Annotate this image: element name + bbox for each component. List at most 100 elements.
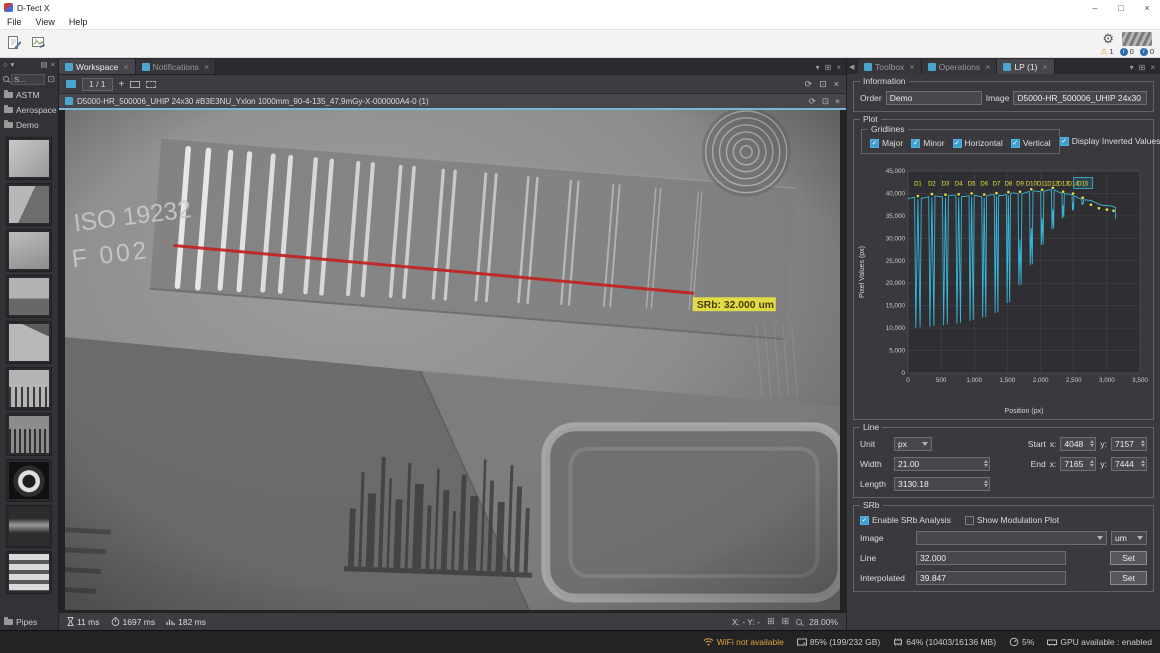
search-input[interactable]: S... bbox=[11, 74, 45, 85]
thumbnail-item[interactable] bbox=[6, 183, 52, 226]
srb-line-input[interactable] bbox=[916, 551, 1066, 565]
srb-unit-select[interactable]: um bbox=[1111, 531, 1147, 545]
thumbnail-item[interactable] bbox=[6, 413, 52, 456]
refresh-view-icon[interactable]: ⟳ bbox=[805, 79, 813, 90]
settings-gear-icon[interactable]: ⚙ bbox=[1102, 31, 1114, 47]
scroll-tabs-icon[interactable]: ◀ bbox=[849, 63, 854, 71]
dock-icon[interactable]: ⊞ bbox=[825, 63, 832, 72]
menu-help[interactable]: Help bbox=[62, 17, 95, 27]
dock-panel-icon[interactable]: ⊞ bbox=[1139, 63, 1146, 72]
tab-workspace[interactable]: Workspace× bbox=[59, 59, 136, 74]
close-icon[interactable]: × bbox=[909, 62, 914, 72]
spinner-icon[interactable] bbox=[1090, 460, 1094, 467]
length-input[interactable] bbox=[894, 477, 990, 491]
list-view-icon[interactable]: ▤ bbox=[41, 60, 48, 69]
thumbnail-item[interactable] bbox=[6, 505, 52, 548]
thumbnail-item[interactable] bbox=[6, 137, 52, 180]
width-input[interactable] bbox=[894, 457, 990, 471]
fit-image-icon[interactable]: ⊡ bbox=[822, 96, 829, 107]
page-indicator[interactable]: 1 / 1 bbox=[82, 78, 113, 91]
cpu-icon bbox=[1009, 637, 1019, 647]
set-line-button[interactable]: Set bbox=[1110, 551, 1147, 565]
checkbox-icon bbox=[965, 516, 974, 525]
restore-button[interactable]: □ bbox=[1108, 0, 1134, 15]
gridlines-group: Gridlines ✓Major✓Minor✓Horizontal✓Vertic… bbox=[861, 129, 1060, 154]
expand-search-icon[interactable]: ⊡ bbox=[47, 74, 55, 85]
fit-view-icon[interactable]: ⊡ bbox=[819, 79, 827, 90]
thumbnail-item[interactable] bbox=[6, 275, 52, 318]
edit-report-icon[interactable] bbox=[6, 34, 23, 51]
menu-file[interactable]: File bbox=[0, 17, 29, 27]
radiograph-image[interactable]: ISO 19232F 002SRb: 32.000 um bbox=[65, 110, 840, 610]
close-button[interactable]: × bbox=[1134, 0, 1160, 15]
image-editor-icon[interactable] bbox=[30, 34, 47, 51]
close-icon[interactable]: × bbox=[204, 62, 209, 72]
folder-item-astm[interactable]: ASTM bbox=[0, 87, 58, 102]
refresh-image-icon[interactable]: ⟳ bbox=[809, 96, 816, 107]
spinner-icon[interactable] bbox=[984, 460, 988, 467]
thumbnail-item[interactable] bbox=[6, 459, 52, 502]
spinner-icon[interactable] bbox=[1141, 460, 1145, 467]
close-icon[interactable]: × bbox=[985, 62, 990, 72]
checkbox-major[interactable]: ✓Major bbox=[870, 138, 903, 148]
library-panel: ○ ▾ ▤ × S... ⊡ ASTMAerospaceDemo Pipes bbox=[0, 58, 59, 630]
close-view-icon[interactable]: × bbox=[834, 79, 839, 90]
close-image-icon[interactable]: × bbox=[835, 96, 840, 106]
chevron-down-icon[interactable]: ▾ bbox=[11, 60, 15, 69]
spinner-icon[interactable] bbox=[984, 480, 988, 487]
length-label: Length bbox=[860, 479, 890, 489]
svg-text:15,000: 15,000 bbox=[886, 303, 906, 310]
thumbnail-item[interactable] bbox=[6, 367, 52, 410]
order-input[interactable] bbox=[886, 91, 982, 105]
zoom-icon bbox=[796, 619, 802, 625]
tab-notifications[interactable]: Notifications× bbox=[136, 59, 217, 74]
checkbox-enable-srb-analysis[interactable]: ✓Enable SRb Analysis bbox=[860, 515, 951, 525]
tab-toolbox[interactable]: Toolbox× bbox=[858, 59, 922, 74]
analysis-panel: ◀ Toolbox×Operations×LP (1)× ▾ ⊞ × Infor… bbox=[846, 58, 1160, 630]
folder-item-pipes[interactable]: Pipes bbox=[0, 614, 58, 630]
checkbox-vertical[interactable]: ✓Vertical bbox=[1011, 138, 1051, 148]
close-analysis-icon[interactable]: × bbox=[1150, 63, 1155, 72]
spinner-icon[interactable] bbox=[1141, 440, 1145, 447]
checkbox-display-inverted-values[interactable]: ✓Display Inverted Values bbox=[1060, 136, 1160, 146]
svg-text:1,500: 1,500 bbox=[1000, 377, 1016, 384]
rect-select-icon[interactable] bbox=[130, 81, 140, 88]
svg-text:25,000: 25,000 bbox=[886, 258, 906, 265]
svg-text:30,000: 30,000 bbox=[886, 235, 906, 242]
panel-menu-icon[interactable]: ▾ bbox=[1130, 63, 1134, 72]
orders-icon[interactable]: ○ bbox=[3, 60, 8, 69]
folder-item-aerospace[interactable]: Aerospace bbox=[0, 102, 58, 117]
wifi-status: WiFi not available bbox=[703, 637, 784, 647]
marquee-select-icon[interactable] bbox=[146, 81, 156, 88]
thumbnail-item[interactable] bbox=[6, 229, 52, 272]
checkbox-show-modulation-plot[interactable]: Show Modulation Plot bbox=[965, 515, 1059, 525]
zoom-level[interactable]: 28.00% bbox=[809, 617, 838, 627]
close-workspace-icon[interactable]: × bbox=[836, 63, 841, 72]
srb-interpolated-input[interactable] bbox=[916, 571, 1066, 585]
tab-operations[interactable]: Operations× bbox=[922, 59, 998, 74]
disk-usage: 85% (199/232 GB) bbox=[797, 637, 880, 647]
close-icon[interactable]: × bbox=[123, 62, 128, 72]
checkbox-minor[interactable]: ✓Minor bbox=[911, 138, 944, 148]
line-profile-chart[interactable]: 05001,0001,5002,0002,5003,0003,50005,000… bbox=[856, 159, 1152, 417]
close-icon[interactable]: × bbox=[1042, 62, 1047, 72]
set-interpolated-button[interactable]: Set bbox=[1110, 571, 1147, 585]
image-name-input[interactable] bbox=[1013, 91, 1147, 105]
checkbox-horizontal[interactable]: ✓Horizontal bbox=[953, 138, 1003, 148]
panel-menu-icon[interactable]: ▾ bbox=[816, 63, 820, 72]
tab-lp-1[interactable]: LP (1)× bbox=[997, 59, 1054, 74]
radiograph-viewer[interactable]: ISO 19232F 002SRb: 32.000 um bbox=[59, 108, 846, 612]
unit-select[interactable]: px bbox=[894, 437, 932, 451]
pixel-grid-icon[interactable]: ⊞ bbox=[782, 616, 790, 627]
thumbnail-item[interactable] bbox=[6, 551, 52, 594]
image-tab[interactable]: D5000-HR_500006_UHIP 24x30 #B3E3NU_Yxlon… bbox=[59, 94, 803, 108]
folder-item-demo[interactable]: Demo bbox=[0, 117, 58, 132]
srb-image-select[interactable] bbox=[916, 531, 1107, 545]
add-image-icon[interactable]: + bbox=[119, 79, 125, 90]
close-panel-icon[interactable]: × bbox=[51, 60, 55, 69]
minimize-button[interactable]: – bbox=[1082, 0, 1108, 15]
thumbnail-item[interactable] bbox=[6, 321, 52, 364]
menu-view[interactable]: View bbox=[29, 17, 62, 27]
spinner-icon[interactable] bbox=[1090, 440, 1094, 447]
grid-overlay-icon[interactable]: ⊞ bbox=[767, 616, 775, 627]
